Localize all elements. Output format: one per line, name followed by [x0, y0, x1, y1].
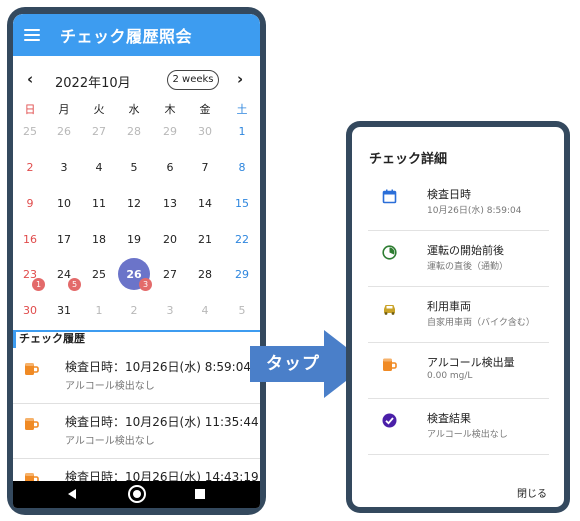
next-month-icon[interactable]: › [237, 70, 243, 88]
weekday-tue: 火 [93, 103, 105, 116]
nav-recents-icon[interactable] [195, 489, 205, 499]
calendar-day[interactable]: 7 [188, 161, 222, 174]
detail-label: アルコール検出量 [427, 356, 515, 369]
calendar-day[interactable]: 18 [82, 233, 116, 246]
calendar-day[interactable]: 3 [153, 304, 187, 317]
beer-mug-icon [383, 358, 397, 371]
calendar-day[interactable]: 20 [153, 233, 187, 246]
calendar-day[interactable]: 19 [117, 233, 151, 246]
detail-row-datetime: 検査日時 10月26日(水) 8:59:04 [368, 175, 549, 231]
history-item-result: アルコール検出なし [65, 436, 155, 447]
calendar-day[interactable]: 10 [47, 197, 81, 210]
previous-month-icon[interactable]: ‹ [27, 70, 33, 88]
detail-row-vehicle: 利用車両 自家用車両（バイク含む） [368, 287, 549, 343]
calendar-day[interactable]: 1 [225, 125, 259, 138]
calendar-day[interactable]: 2 [117, 304, 151, 317]
calendar-day[interactable]: 25 [82, 268, 116, 281]
detail-title: チェック詳細 [369, 152, 448, 167]
calendar-day[interactable]: 29 [153, 125, 187, 138]
detail-value: 自家用車両（バイク含む） [427, 318, 535, 328]
calendar-day[interactable]: 25 [13, 125, 47, 138]
beer-mug-icon [25, 363, 39, 375]
check-count-badge: 5 [68, 278, 81, 291]
nav-back-icon[interactable] [68, 489, 76, 499]
stage: チェック履歴照会 ‹ 2022年10月 2 weeks › 日 月 火 水 木 … [0, 0, 580, 521]
calendar-day[interactable]: 17 [47, 233, 81, 246]
calendar-day[interactable]: 4 [188, 304, 222, 317]
calendar-day[interactable]: 22 [225, 233, 259, 246]
detail-value: 運転の直後（通勤） [427, 262, 509, 272]
calendar-day[interactable]: 9 [13, 197, 47, 210]
calendar-day[interactable]: 2 [13, 161, 47, 174]
car-icon [384, 305, 395, 315]
weekday-fri: 金 [199, 103, 211, 116]
phone-frame-detail: チェック詳細 検査日時 10月26日(水) 8:59:04 運転の開始前後 運転… [346, 121, 570, 513]
calendar-day[interactable]: 15 [225, 197, 259, 210]
calendar-day[interactable]: 29 [225, 268, 259, 281]
check-count-badge: 1 [32, 278, 45, 291]
calendar-day[interactable]: 27 [153, 268, 187, 281]
calendar-day[interactable]: 31 [47, 304, 81, 317]
calendar-day[interactable]: 8 [225, 161, 259, 174]
weekday-sun: 日 [24, 103, 36, 116]
detail-dialog: チェック詳細 検査日時 10月26日(水) 8:59:04 運転の開始前後 運転… [352, 127, 564, 507]
history-list-item[interactable]: 検査日時：10月26日(水) 8:59:04 アルコール検出なし [13, 349, 260, 404]
calendar-day[interactable]: 27 [82, 125, 116, 138]
detail-value: 10月26日(水) 8:59:04 [427, 206, 522, 216]
month-label: 2022年10月 [55, 76, 131, 91]
detail-label: 運転の開始前後 [427, 244, 504, 257]
calendar-day[interactable]: 5 [225, 304, 259, 317]
check-circle-icon [382, 413, 397, 428]
detail-row-alcohol-level: アルコール検出量 0.00 mg/L [368, 343, 549, 399]
app-title: チェック履歴照会 [60, 27, 193, 46]
close-button[interactable]: 閉じる [517, 485, 547, 500]
calendar-day[interactable]: 28 [117, 125, 151, 138]
calendar-day[interactable]: 1 [82, 304, 116, 317]
calendar-day[interactable]: 6 [153, 161, 187, 174]
check-count-badge: 3 [139, 278, 152, 291]
calendar-day[interactable]: 26 [47, 125, 81, 138]
calendar-day[interactable]: 12 [117, 197, 151, 210]
phone-frame-history: チェック履歴照会 ‹ 2022年10月 2 weeks › 日 月 火 水 木 … [7, 7, 266, 515]
system-nav-bar [13, 481, 260, 508]
calendar-day[interactable]: 30 [13, 304, 47, 317]
clock-icon [382, 245, 397, 260]
history-section-header: チェック履歴 [13, 330, 260, 348]
history-item-title: 検査日時：10月26日(水) 8:59:04 [65, 360, 251, 374]
history-list-item[interactable]: 検査日時：10月26日(水) 11:35:44 アルコール検出なし [13, 404, 260, 459]
nav-home-icon[interactable] [128, 485, 146, 503]
calendar-day[interactable]: 5 [117, 161, 151, 174]
hamburger-menu-icon[interactable] [24, 29, 40, 41]
weekday-thu: 木 [164, 103, 176, 116]
detail-row-driving-timing: 運転の開始前後 運転の直後（通勤） [368, 231, 549, 287]
detail-value: アルコール検出なし [427, 430, 508, 440]
history-item-title: 検査日時：10月26日(水) 11:35:44 [65, 415, 259, 429]
arrow-label: タップ [266, 354, 320, 374]
calendar-day[interactable]: 21 [188, 233, 222, 246]
calendar-day[interactable]: 3 [47, 161, 81, 174]
detail-label: 検査日時 [427, 188, 471, 201]
app-bar: チェック履歴照会 [13, 14, 260, 56]
calendar-day[interactable]: 28 [188, 268, 222, 281]
calendar-day[interactable]: 14 [188, 197, 222, 210]
detail-label: 利用車両 [427, 300, 471, 313]
range-toggle-button[interactable]: 2 weeks [167, 70, 219, 90]
calendar-icon [382, 189, 397, 204]
history-screen: チェック履歴照会 ‹ 2022年10月 2 weeks › 日 月 火 水 木 … [13, 14, 260, 508]
weekday-wed: 水 [128, 103, 140, 116]
detail-label: 検査結果 [427, 412, 471, 425]
weekday-header: 日 月 火 水 木 金 土 [13, 101, 260, 117]
month-navigation: ‹ 2022年10月 2 weeks › [13, 68, 260, 92]
detail-row-result: 検査結果 アルコール検出なし [368, 399, 549, 455]
detail-value: 0.00 mg/L [427, 371, 473, 381]
weekday-mon: 月 [58, 103, 70, 116]
calendar-day[interactable]: 30 [188, 125, 222, 138]
calendar-day[interactable]: 4 [82, 161, 116, 174]
calendar-day[interactable]: 16 [13, 233, 47, 246]
beer-mug-icon [25, 418, 39, 430]
weekday-sat: 土 [236, 103, 248, 116]
history-item-result: アルコール検出なし [65, 381, 155, 392]
calendar-day[interactable]: 13 [153, 197, 187, 210]
calendar-day[interactable]: 11 [82, 197, 116, 210]
